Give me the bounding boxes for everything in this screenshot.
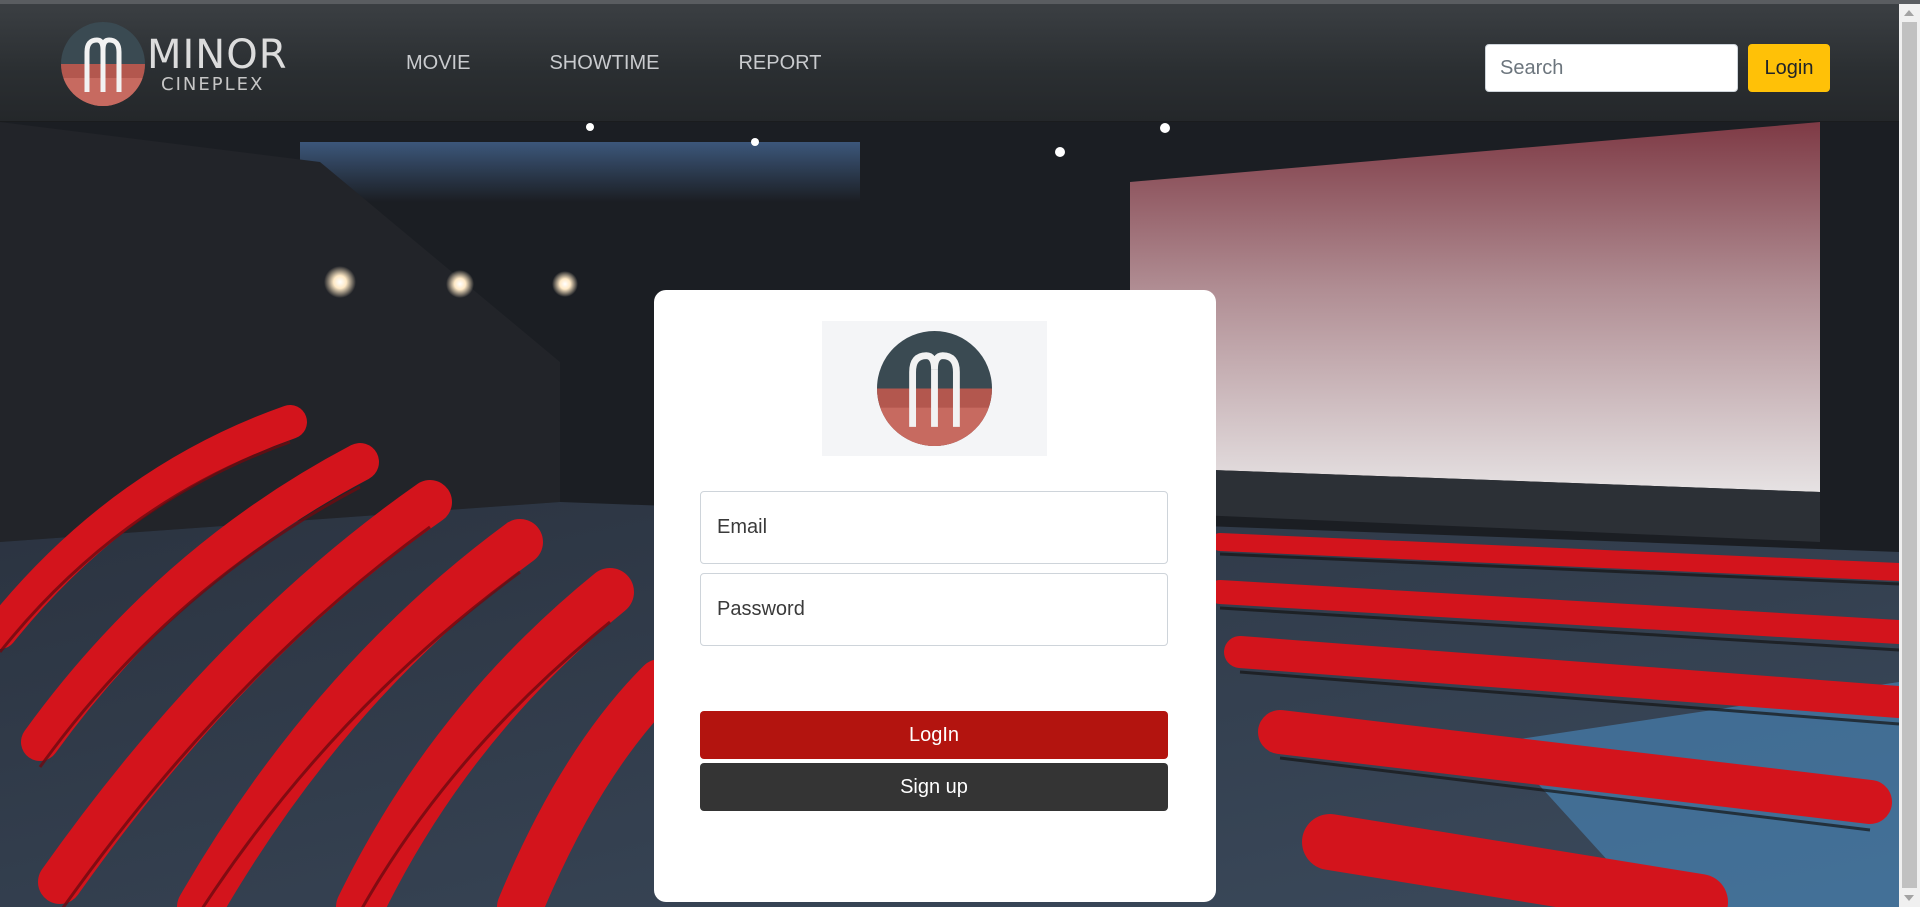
nav-movie[interactable]: MOVIE <box>406 52 470 75</box>
email-field[interactable] <box>700 491 1168 564</box>
main-nav: MOVIE SHOWTIME REPORT <box>406 52 900 75</box>
vertical-scrollbar[interactable] <box>1899 4 1920 907</box>
navbar: MINOR CINEPLEX MOVIE SHOWTIME REPORT Log… <box>0 4 1899 122</box>
login-card: LogIn Sign up <box>654 290 1216 902</box>
search-input[interactable] <box>1485 44 1738 92</box>
password-field[interactable] <box>700 573 1168 646</box>
signup-button[interactable]: Sign up <box>700 763 1168 811</box>
minor-logo-icon <box>61 22 145 106</box>
brand-subname: CINEPLEX <box>161 73 265 95</box>
login-button[interactable]: LogIn <box>700 711 1168 759</box>
brand-text: MINOR CINEPLEX <box>147 35 288 94</box>
scroll-thumb[interactable] <box>1902 22 1917 888</box>
cinema-background: LogIn Sign up <box>0 122 1899 907</box>
nav-login-button[interactable]: Login <box>1748 44 1830 92</box>
minor-logo-icon <box>877 331 992 446</box>
card-logo-box <box>822 321 1047 456</box>
scroll-up-icon[interactable] <box>1904 10 1914 16</box>
scroll-down-icon[interactable] <box>1904 895 1914 901</box>
nav-report[interactable]: REPORT <box>738 52 821 75</box>
brand-logo[interactable]: MINOR CINEPLEX <box>61 22 288 106</box>
brand-name: MINOR <box>147 31 288 78</box>
nav-showtime[interactable]: SHOWTIME <box>549 52 659 75</box>
